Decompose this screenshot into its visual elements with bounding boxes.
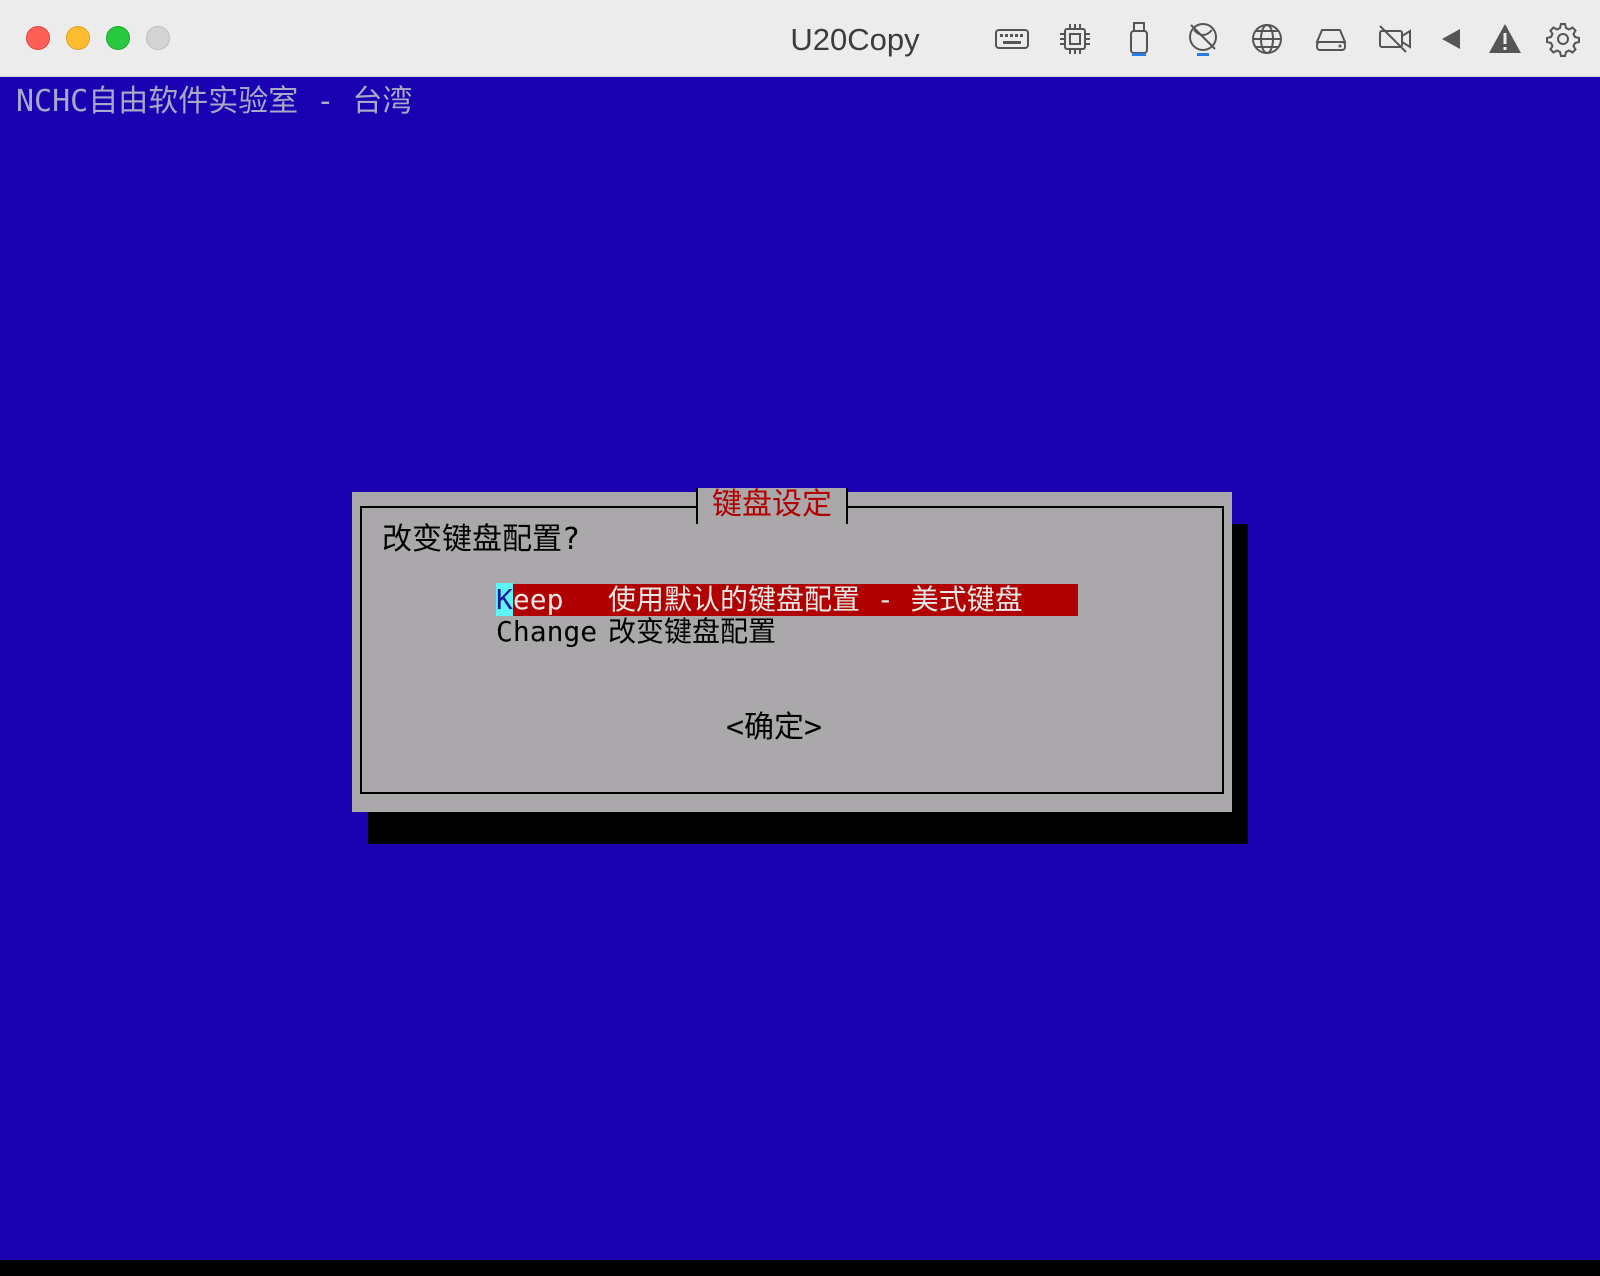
audio-icon[interactable] <box>1432 20 1470 58</box>
bottom-strip <box>0 1260 1600 1276</box>
maximize-button[interactable] <box>106 26 130 50</box>
drive-icon[interactable] <box>1312 20 1350 58</box>
title-bar: U20Copy <box>0 0 1600 77</box>
dialog-question: 改变键盘配置? <box>382 522 581 557</box>
option-change[interactable]: Change 改变键盘配置 <box>496 616 1078 648</box>
ok-button[interactable]: <确定> <box>726 702 822 746</box>
camera-off-icon[interactable] <box>1376 20 1414 58</box>
option-keep-tag: Keep <box>496 583 608 616</box>
dialog-title-box: 键盘设定 <box>696 488 848 524</box>
option-keep[interactable]: Keep 使用默认的键盘配置 - 美式键盘 <box>496 583 1078 616</box>
fullscreen-button[interactable] <box>146 26 170 50</box>
network-disabled-icon[interactable] <box>1184 20 1222 58</box>
usb-icon[interactable] <box>1120 20 1158 58</box>
keyboard-icon[interactable] <box>993 20 1031 58</box>
window-title: U20Copy <box>790 22 920 57</box>
option-keep-hotkey: K <box>496 583 513 616</box>
globe-icon[interactable] <box>1248 20 1286 58</box>
option-menu: Keep 使用默认的键盘配置 - 美式键盘 Change 改变键盘配置 <box>496 583 1078 648</box>
gear-icon[interactable] <box>1544 20 1582 58</box>
option-keep-tag-rest: eep <box>512 583 564 616</box>
minimize-button[interactable] <box>66 26 90 50</box>
option-change-description: 改变键盘配置 <box>608 615 777 648</box>
option-keep-description: 使用默认的键盘配置 - 美式键盘 <box>608 583 1023 616</box>
vm-window: U20Copy NCHC自由软件实验室 - 台湾 键盘设定 改变键盘配置? Ke… <box>0 0 1600 1276</box>
dialog-title: 键盘设定 <box>712 487 832 522</box>
keyboard-config-dialog: 键盘设定 改变键盘配置? Keep 使用默认的键盘配置 - 美式键盘 Change… <box>352 488 1232 812</box>
cpu-icon[interactable] <box>1056 20 1094 58</box>
option-change-tag: Change <box>496 615 598 648</box>
console-header: NCHC自由软件实验室 - 台湾 <box>16 84 413 119</box>
close-button[interactable] <box>26 26 50 50</box>
warning-icon[interactable] <box>1486 20 1524 58</box>
